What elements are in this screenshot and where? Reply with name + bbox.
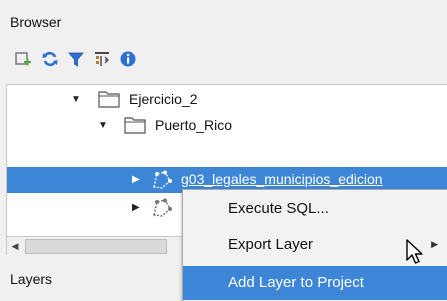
scroll-thumb[interactable] (25, 239, 167, 254)
polygon-layer-icon (151, 170, 173, 193)
tree-item-label: Ejercicio_2 (129, 91, 198, 107)
collapsed-arrow-icon[interactable]: ▶ (132, 202, 140, 213)
refresh-icon[interactable] (39, 48, 61, 70)
menu-item-label: Execute SQL... (228, 200, 329, 217)
tree-item-ejercicio-2[interactable]: ▼ Ejercicio_2 (7, 87, 447, 113)
menu-item-label: Add Layer to Project (228, 274, 364, 291)
add-selected-layers-icon[interactable] (12, 48, 34, 70)
menu-item-execute-sql[interactable]: Execute SQL... (183, 192, 447, 226)
mouse-cursor-icon (405, 238, 425, 269)
expanded-arrow-icon[interactable]: ▼ (71, 94, 81, 105)
folder-icon (124, 116, 146, 137)
folder-icon (98, 90, 120, 111)
layers-panel-title: Layers (10, 271, 53, 287)
browser-panel-title: Browser (10, 14, 62, 30)
polygon-layer-icon (151, 198, 173, 221)
menu-item-add-layer-to-project[interactable]: Add Layer to Project (183, 266, 447, 300)
tree-item-label: g03_legales_municipios_edicion (181, 171, 383, 187)
info-icon[interactable] (117, 48, 139, 70)
expanded-arrow-icon[interactable]: ▼ (98, 120, 108, 131)
submenu-arrow-icon: ▶ (431, 239, 438, 249)
scroll-left-arrow-icon[interactable]: ◀ (7, 237, 23, 255)
tree-item-puerto-rico[interactable]: ▼ Puerto_Rico (7, 113, 447, 139)
collapsed-arrow-icon[interactable]: ▶ (132, 174, 140, 185)
collapse-all-icon[interactable] (91, 48, 113, 70)
filter-icon[interactable] (65, 48, 87, 70)
tree-item-label: Puerto_Rico (155, 117, 233, 133)
menu-item-label: Export Layer (228, 236, 314, 253)
browser-toolbar (0, 46, 447, 82)
